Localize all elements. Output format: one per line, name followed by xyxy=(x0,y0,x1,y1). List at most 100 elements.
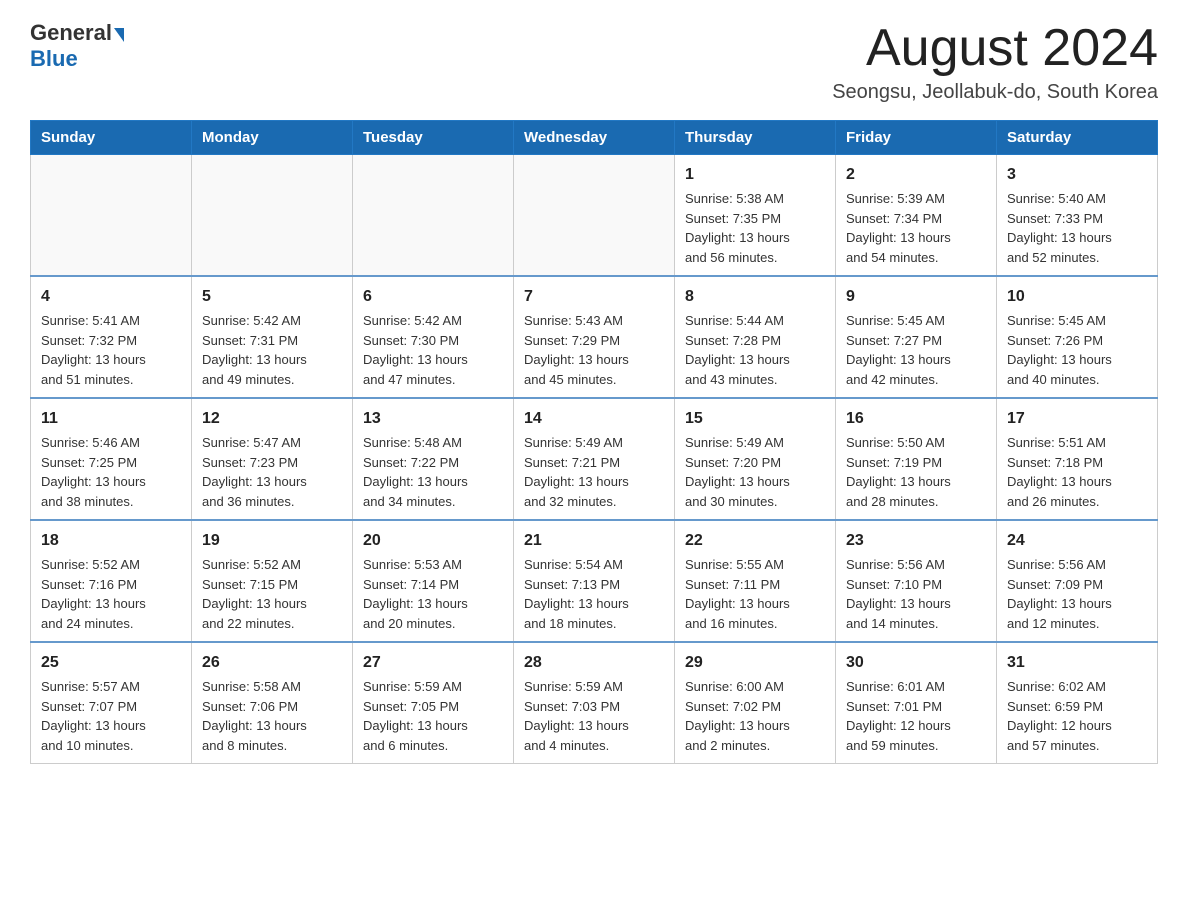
month-title: August 2024 xyxy=(832,20,1158,77)
day-info: Sunrise: 5:59 AMSunset: 7:03 PMDaylight:… xyxy=(524,677,664,755)
day-info: Sunrise: 6:00 AMSunset: 7:02 PMDaylight:… xyxy=(685,677,825,755)
day-info: Sunrise: 5:44 AMSunset: 7:28 PMDaylight:… xyxy=(685,311,825,389)
calendar-cell xyxy=(192,155,353,277)
day-info: Sunrise: 5:53 AMSunset: 7:14 PMDaylight:… xyxy=(363,555,503,633)
day-number: 6 xyxy=(363,285,503,309)
day-number: 14 xyxy=(524,407,664,431)
calendar-cell: 7Sunrise: 5:43 AMSunset: 7:29 PMDaylight… xyxy=(514,276,675,398)
location-text: Seongsu, Jeollabuk-do, South Korea xyxy=(832,81,1158,104)
calendar-cell: 31Sunrise: 6:02 AMSunset: 6:59 PMDayligh… xyxy=(997,642,1158,764)
calendar-cell: 20Sunrise: 5:53 AMSunset: 7:14 PMDayligh… xyxy=(353,520,514,642)
day-number: 8 xyxy=(685,285,825,309)
calendar-cell: 21Sunrise: 5:54 AMSunset: 7:13 PMDayligh… xyxy=(514,520,675,642)
weekday-header-row: Sunday Monday Tuesday Wednesday Thursday… xyxy=(31,121,1158,155)
day-number: 17 xyxy=(1007,407,1147,431)
day-info: Sunrise: 6:01 AMSunset: 7:01 PMDaylight:… xyxy=(846,677,986,755)
calendar-cell: 4Sunrise: 5:41 AMSunset: 7:32 PMDaylight… xyxy=(31,276,192,398)
day-number: 24 xyxy=(1007,529,1147,553)
day-number: 19 xyxy=(202,529,342,553)
logo-general-text: General xyxy=(30,20,112,46)
calendar-cell: 17Sunrise: 5:51 AMSunset: 7:18 PMDayligh… xyxy=(997,398,1158,520)
calendar-week-row: 25Sunrise: 5:57 AMSunset: 7:07 PMDayligh… xyxy=(31,642,1158,764)
calendar-cell: 8Sunrise: 5:44 AMSunset: 7:28 PMDaylight… xyxy=(675,276,836,398)
day-info: Sunrise: 5:45 AMSunset: 7:26 PMDaylight:… xyxy=(1007,311,1147,389)
day-number: 29 xyxy=(685,651,825,675)
calendar-cell: 9Sunrise: 5:45 AMSunset: 7:27 PMDaylight… xyxy=(836,276,997,398)
calendar-cell: 30Sunrise: 6:01 AMSunset: 7:01 PMDayligh… xyxy=(836,642,997,764)
logo: General Blue xyxy=(30,20,124,72)
logo-blue-text: Blue xyxy=(30,46,78,72)
calendar-cell xyxy=(353,155,514,277)
calendar-cell: 27Sunrise: 5:59 AMSunset: 7:05 PMDayligh… xyxy=(353,642,514,764)
day-number: 13 xyxy=(363,407,503,431)
calendar-cell: 28Sunrise: 5:59 AMSunset: 7:03 PMDayligh… xyxy=(514,642,675,764)
day-info: Sunrise: 5:43 AMSunset: 7:29 PMDaylight:… xyxy=(524,311,664,389)
day-number: 23 xyxy=(846,529,986,553)
calendar-week-row: 18Sunrise: 5:52 AMSunset: 7:16 PMDayligh… xyxy=(31,520,1158,642)
day-info: Sunrise: 5:52 AMSunset: 7:15 PMDaylight:… xyxy=(202,555,342,633)
calendar-cell: 29Sunrise: 6:00 AMSunset: 7:02 PMDayligh… xyxy=(675,642,836,764)
calendar-cell xyxy=(31,155,192,277)
day-info: Sunrise: 5:58 AMSunset: 7:06 PMDaylight:… xyxy=(202,677,342,755)
calendar-cell: 13Sunrise: 5:48 AMSunset: 7:22 PMDayligh… xyxy=(353,398,514,520)
day-number: 28 xyxy=(524,651,664,675)
calendar-cell: 15Sunrise: 5:49 AMSunset: 7:20 PMDayligh… xyxy=(675,398,836,520)
day-number: 12 xyxy=(202,407,342,431)
calendar-cell: 3Sunrise: 5:40 AMSunset: 7:33 PMDaylight… xyxy=(997,155,1158,277)
header-wednesday: Wednesday xyxy=(514,121,675,155)
day-info: Sunrise: 5:48 AMSunset: 7:22 PMDaylight:… xyxy=(363,433,503,511)
day-number: 10 xyxy=(1007,285,1147,309)
day-number: 9 xyxy=(846,285,986,309)
day-number: 2 xyxy=(846,163,986,187)
day-info: Sunrise: 5:51 AMSunset: 7:18 PMDaylight:… xyxy=(1007,433,1147,511)
day-number: 7 xyxy=(524,285,664,309)
header-saturday: Saturday xyxy=(997,121,1158,155)
day-number: 22 xyxy=(685,529,825,553)
day-number: 1 xyxy=(685,163,825,187)
calendar-cell xyxy=(514,155,675,277)
header-monday: Monday xyxy=(192,121,353,155)
header-friday: Friday xyxy=(836,121,997,155)
day-info: Sunrise: 5:42 AMSunset: 7:31 PMDaylight:… xyxy=(202,311,342,389)
day-number: 16 xyxy=(846,407,986,431)
page-header: General Blue August 2024 Seongsu, Jeolla… xyxy=(30,20,1158,104)
calendar-cell: 2Sunrise: 5:39 AMSunset: 7:34 PMDaylight… xyxy=(836,155,997,277)
day-info: Sunrise: 5:49 AMSunset: 7:20 PMDaylight:… xyxy=(685,433,825,511)
header-thursday: Thursday xyxy=(675,121,836,155)
day-info: Sunrise: 6:02 AMSunset: 6:59 PMDaylight:… xyxy=(1007,677,1147,755)
day-number: 21 xyxy=(524,529,664,553)
calendar-cell: 14Sunrise: 5:49 AMSunset: 7:21 PMDayligh… xyxy=(514,398,675,520)
day-info: Sunrise: 5:46 AMSunset: 7:25 PMDaylight:… xyxy=(41,433,181,511)
logo-text: General xyxy=(30,20,124,46)
calendar-week-row: 4Sunrise: 5:41 AMSunset: 7:32 PMDaylight… xyxy=(31,276,1158,398)
day-info: Sunrise: 5:38 AMSunset: 7:35 PMDaylight:… xyxy=(685,189,825,267)
calendar-cell: 23Sunrise: 5:56 AMSunset: 7:10 PMDayligh… xyxy=(836,520,997,642)
day-info: Sunrise: 5:56 AMSunset: 7:09 PMDaylight:… xyxy=(1007,555,1147,633)
day-number: 3 xyxy=(1007,163,1147,187)
day-number: 27 xyxy=(363,651,503,675)
day-info: Sunrise: 5:41 AMSunset: 7:32 PMDaylight:… xyxy=(41,311,181,389)
day-info: Sunrise: 5:55 AMSunset: 7:11 PMDaylight:… xyxy=(685,555,825,633)
title-area: August 2024 Seongsu, Jeollabuk-do, South… xyxy=(832,20,1158,104)
day-info: Sunrise: 5:45 AMSunset: 7:27 PMDaylight:… xyxy=(846,311,986,389)
day-number: 26 xyxy=(202,651,342,675)
day-number: 4 xyxy=(41,285,181,309)
calendar-cell: 11Sunrise: 5:46 AMSunset: 7:25 PMDayligh… xyxy=(31,398,192,520)
day-info: Sunrise: 5:59 AMSunset: 7:05 PMDaylight:… xyxy=(363,677,503,755)
day-info: Sunrise: 5:52 AMSunset: 7:16 PMDaylight:… xyxy=(41,555,181,633)
day-info: Sunrise: 5:39 AMSunset: 7:34 PMDaylight:… xyxy=(846,189,986,267)
calendar-cell: 5Sunrise: 5:42 AMSunset: 7:31 PMDaylight… xyxy=(192,276,353,398)
calendar-cell: 26Sunrise: 5:58 AMSunset: 7:06 PMDayligh… xyxy=(192,642,353,764)
day-number: 20 xyxy=(363,529,503,553)
calendar-cell: 25Sunrise: 5:57 AMSunset: 7:07 PMDayligh… xyxy=(31,642,192,764)
calendar-cell: 18Sunrise: 5:52 AMSunset: 7:16 PMDayligh… xyxy=(31,520,192,642)
header-sunday: Sunday xyxy=(31,121,192,155)
day-info: Sunrise: 5:40 AMSunset: 7:33 PMDaylight:… xyxy=(1007,189,1147,267)
calendar-cell: 24Sunrise: 5:56 AMSunset: 7:09 PMDayligh… xyxy=(997,520,1158,642)
calendar-cell: 1Sunrise: 5:38 AMSunset: 7:35 PMDaylight… xyxy=(675,155,836,277)
day-info: Sunrise: 5:50 AMSunset: 7:19 PMDaylight:… xyxy=(846,433,986,511)
calendar-week-row: 1Sunrise: 5:38 AMSunset: 7:35 PMDaylight… xyxy=(31,155,1158,277)
day-info: Sunrise: 5:57 AMSunset: 7:07 PMDaylight:… xyxy=(41,677,181,755)
day-number: 25 xyxy=(41,651,181,675)
calendar-cell: 19Sunrise: 5:52 AMSunset: 7:15 PMDayligh… xyxy=(192,520,353,642)
